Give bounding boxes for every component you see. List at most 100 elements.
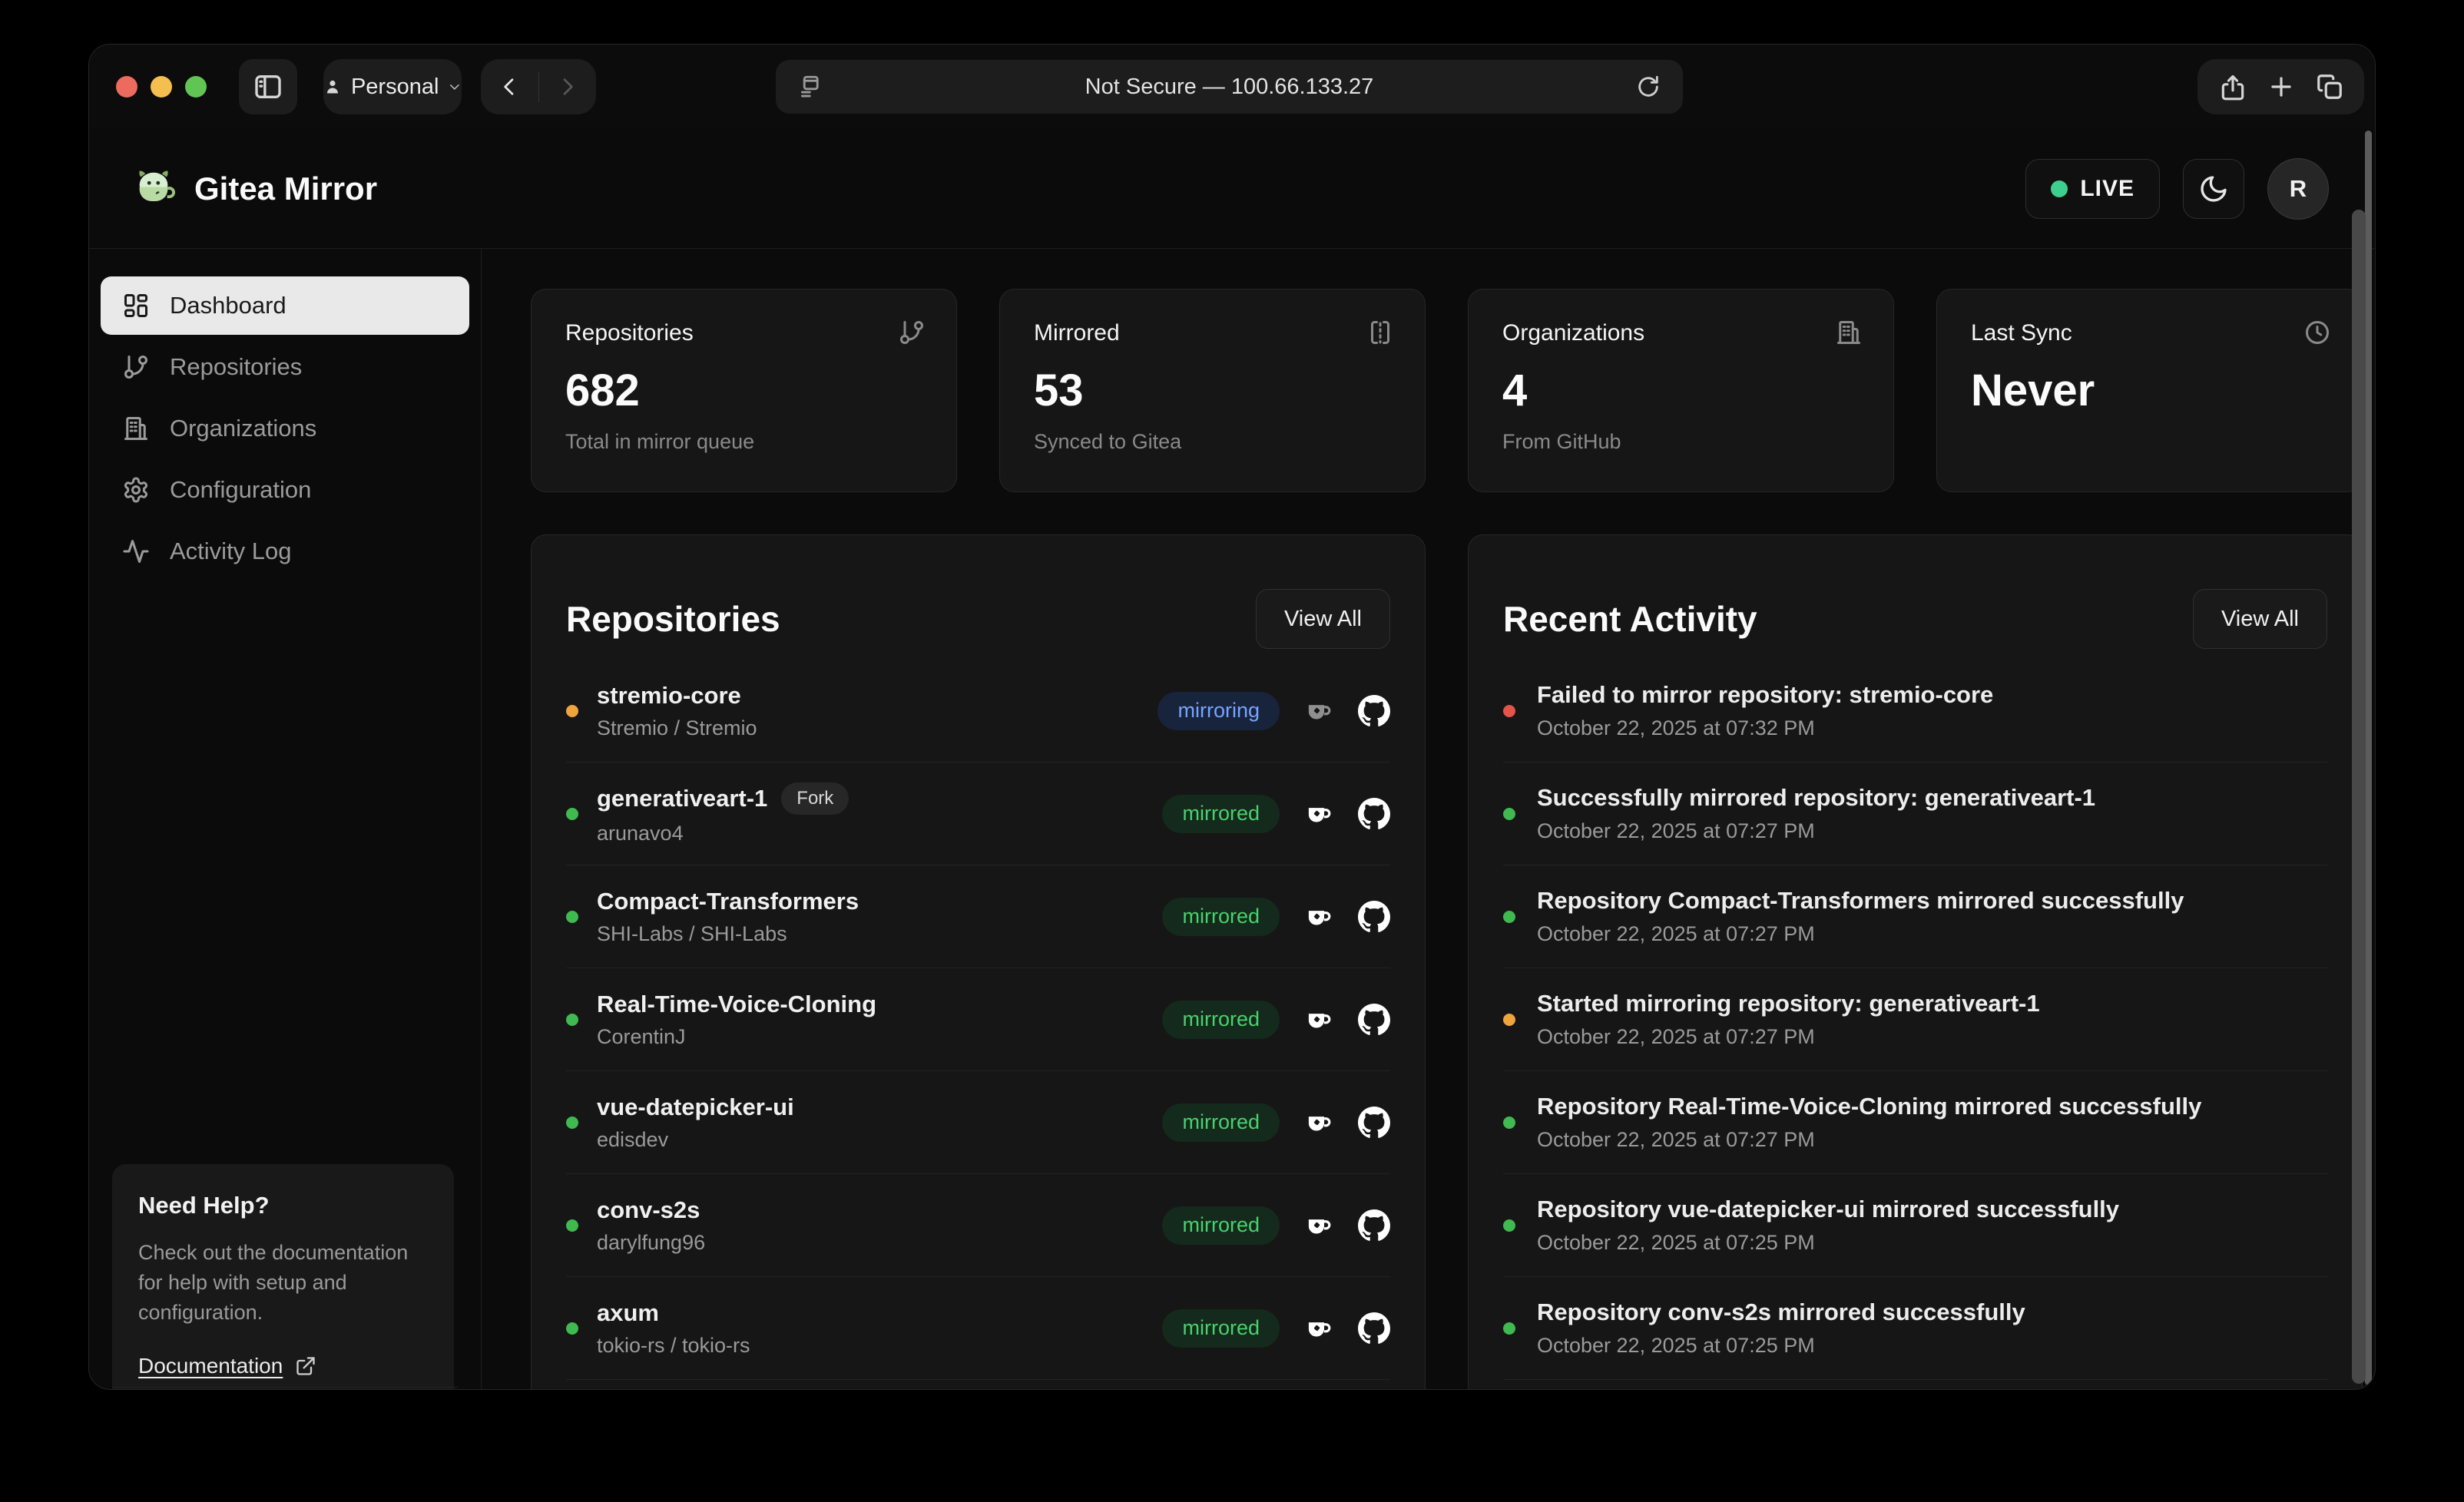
gitea-cup-icon[interactable]	[1303, 1004, 1335, 1036]
page-scrollbar-thumb[interactable]	[2352, 210, 2366, 1384]
sidebar-item-dashboard[interactable]: Dashboard	[101, 276, 469, 335]
share-icon[interactable]	[2218, 72, 2247, 101]
help-body: Check out the documentation for help wit…	[138, 1238, 428, 1328]
sidebar-item-repositories[interactable]: Repositories	[101, 338, 469, 396]
activity-row[interactable]: Successfully mirrored repository: genera…	[1503, 763, 2327, 865]
activity-message: Repository Compact-Transformers mirrored…	[1537, 887, 2184, 915]
gitea-cup-icon[interactable]	[1303, 798, 1335, 830]
activity-row[interactable]: Failed to mirror repository: stremio-cor…	[1503, 660, 2327, 763]
close-window-button[interactable]	[116, 76, 137, 98]
status-dot-icon	[1503, 1219, 1515, 1232]
stat-label: Mirrored	[1034, 320, 1391, 346]
activity-row[interactable]: Repository Compact-Transformers mirrored…	[1503, 865, 2327, 968]
git-branch-icon	[122, 353, 150, 381]
repo-status-badge: mirroring	[1157, 692, 1280, 730]
activity-info: Failed to mirror repository: stremio-cor…	[1537, 681, 1993, 740]
activity-timestamp: October 22, 2025 at 07:27 PM	[1537, 1025, 2040, 1049]
activity-row[interactable]: Repository conv-s2s mirrored successfull…	[1503, 1277, 2327, 1380]
settings-icon	[122, 476, 150, 504]
stat-label: Repositories	[565, 320, 922, 346]
repo-owner: tokio-rs / tokio-rs	[597, 1334, 750, 1358]
repo-info: conv-s2sdarylfung96	[597, 1196, 705, 1255]
github-icon[interactable]	[1358, 1004, 1390, 1036]
repo-row-actions: mirrored	[1162, 1206, 1390, 1245]
repositories-panel-title: Repositories	[566, 598, 780, 640]
forward-button[interactable]	[539, 59, 597, 114]
sidebar-item-organizations[interactable]: Organizations	[101, 399, 469, 458]
reload-icon[interactable]	[1635, 74, 1661, 100]
person-icon	[323, 75, 342, 98]
repo-status-badge: mirrored	[1162, 1001, 1280, 1039]
new-tab-icon[interactable]	[2267, 72, 2296, 101]
theme-toggle-button[interactable]	[2183, 159, 2244, 219]
gitea-cup-icon[interactable]	[1303, 1312, 1335, 1345]
activity-row[interactable]: Started mirroring repository: generative…	[1503, 968, 2327, 1071]
moon-icon	[2198, 174, 2229, 204]
address-bar[interactable]: Not Secure — 100.66.133.27	[776, 60, 1683, 114]
activity-info: Repository conv-s2s mirrored successfull…	[1537, 1299, 2025, 1358]
activity-timestamp: October 22, 2025 at 07:27 PM	[1537, 922, 2184, 946]
status-dot-icon	[566, 1014, 578, 1026]
activity-info: Repository Real-Time-Voice-Cloning mirro…	[1537, 1093, 2201, 1152]
view-all-label: View All	[1284, 607, 1362, 632]
status-dot-icon	[1503, 1322, 1515, 1335]
github-icon[interactable]	[1358, 1107, 1390, 1139]
github-icon[interactable]	[1358, 901, 1390, 933]
stat-value: 53	[1034, 365, 1391, 416]
repository-list: stremio-coreStremio / Stremiomirroringge…	[566, 660, 1390, 1380]
repo-row-vue-datepicker-ui[interactable]: vue-datepicker-uiedisdevmirrored	[566, 1071, 1390, 1174]
activity-icon	[122, 538, 150, 565]
status-dot-icon	[1503, 911, 1515, 923]
back-button[interactable]	[481, 59, 538, 114]
chevron-down-icon	[448, 78, 462, 95]
github-icon[interactable]	[1358, 798, 1390, 830]
repo-row-actions: mirrored	[1162, 1001, 1390, 1039]
repo-row-compact-transformers[interactable]: Compact-TransformersSHI-Labs / SHI-Labsm…	[566, 865, 1390, 968]
status-dot-icon	[1503, 705, 1515, 717]
minimize-window-button[interactable]	[151, 76, 172, 98]
activity-row[interactable]: Repository vue-datepicker-ui mirrored su…	[1503, 1174, 2327, 1277]
repo-info: vue-datepicker-uiedisdev	[597, 1093, 794, 1152]
recent-activity-panel-title: Recent Activity	[1503, 598, 1757, 640]
clock-icon	[2303, 319, 2331, 346]
live-label: LIVE	[2080, 176, 2134, 202]
repo-info: generativeart-1Forkarunavo4	[597, 782, 849, 845]
github-icon[interactable]	[1358, 1312, 1390, 1345]
activity-message: Started mirroring repository: generative…	[1537, 990, 2040, 1017]
sidebar-item-label: Dashboard	[170, 292, 286, 319]
repo-row-axum[interactable]: axumtokio-rs / tokio-rsmirrored	[566, 1277, 1390, 1380]
repositories-view-all-button[interactable]: View All	[1256, 589, 1390, 649]
repo-row-real-time-voice-cloning[interactable]: Real-Time-Voice-CloningCorentinJ mirrored	[566, 968, 1390, 1071]
gitea-cup-icon[interactable]	[1303, 901, 1335, 933]
stat-value: Never	[1971, 365, 2328, 416]
repo-owner: darylfung96	[597, 1231, 705, 1255]
repo-info: Real-Time-Voice-CloningCorentinJ	[597, 991, 876, 1049]
repo-row-generativeart-1[interactable]: generativeart-1Forkarunavo4mirrored	[566, 763, 1390, 865]
live-status-badge[interactable]: LIVE	[2025, 159, 2160, 219]
github-icon[interactable]	[1358, 1209, 1390, 1242]
avatar-initial: R	[2290, 175, 2307, 203]
github-icon[interactable]	[1358, 695, 1390, 727]
profile-menu-button[interactable]: Personal	[323, 59, 462, 114]
repo-owner: Stremio / Stremio	[597, 716, 757, 740]
tab-overview-icon[interactable]	[2315, 72, 2344, 101]
gitea-cup-icon[interactable]	[1303, 1209, 1335, 1242]
page-settings-icon[interactable]	[797, 74, 823, 100]
browser-scrollbar[interactable]	[2365, 131, 2372, 1385]
repo-row-conv-s2s[interactable]: conv-s2sdarylfung96 mirrored	[566, 1174, 1390, 1277]
repo-row-stremio-core[interactable]: stremio-coreStremio / Stremiomirroring	[566, 660, 1390, 763]
status-dot-icon	[1503, 808, 1515, 820]
user-avatar[interactable]: R	[2267, 158, 2329, 220]
browser-sidebar-toggle-button[interactable]	[239, 59, 297, 114]
gitea-cup-icon[interactable]	[1303, 695, 1335, 727]
activity-row[interactable]: Repository Real-Time-Voice-Cloning mirro…	[1503, 1071, 2327, 1174]
help-card: Need Help? Check out the documentation f…	[112, 1164, 454, 1390]
sidebar-item-activity-log[interactable]: Activity Log	[101, 522, 469, 581]
maximize-window-button[interactable]	[185, 76, 207, 98]
gitea-cup-icon[interactable]	[1303, 1107, 1335, 1139]
documentation-link[interactable]: Documentation	[138, 1354, 428, 1378]
chevron-right-icon	[555, 74, 580, 99]
activity-view-all-button[interactable]: View All	[2193, 589, 2327, 649]
external-link-icon	[295, 1355, 316, 1377]
sidebar-item-configuration[interactable]: Configuration	[101, 461, 469, 519]
